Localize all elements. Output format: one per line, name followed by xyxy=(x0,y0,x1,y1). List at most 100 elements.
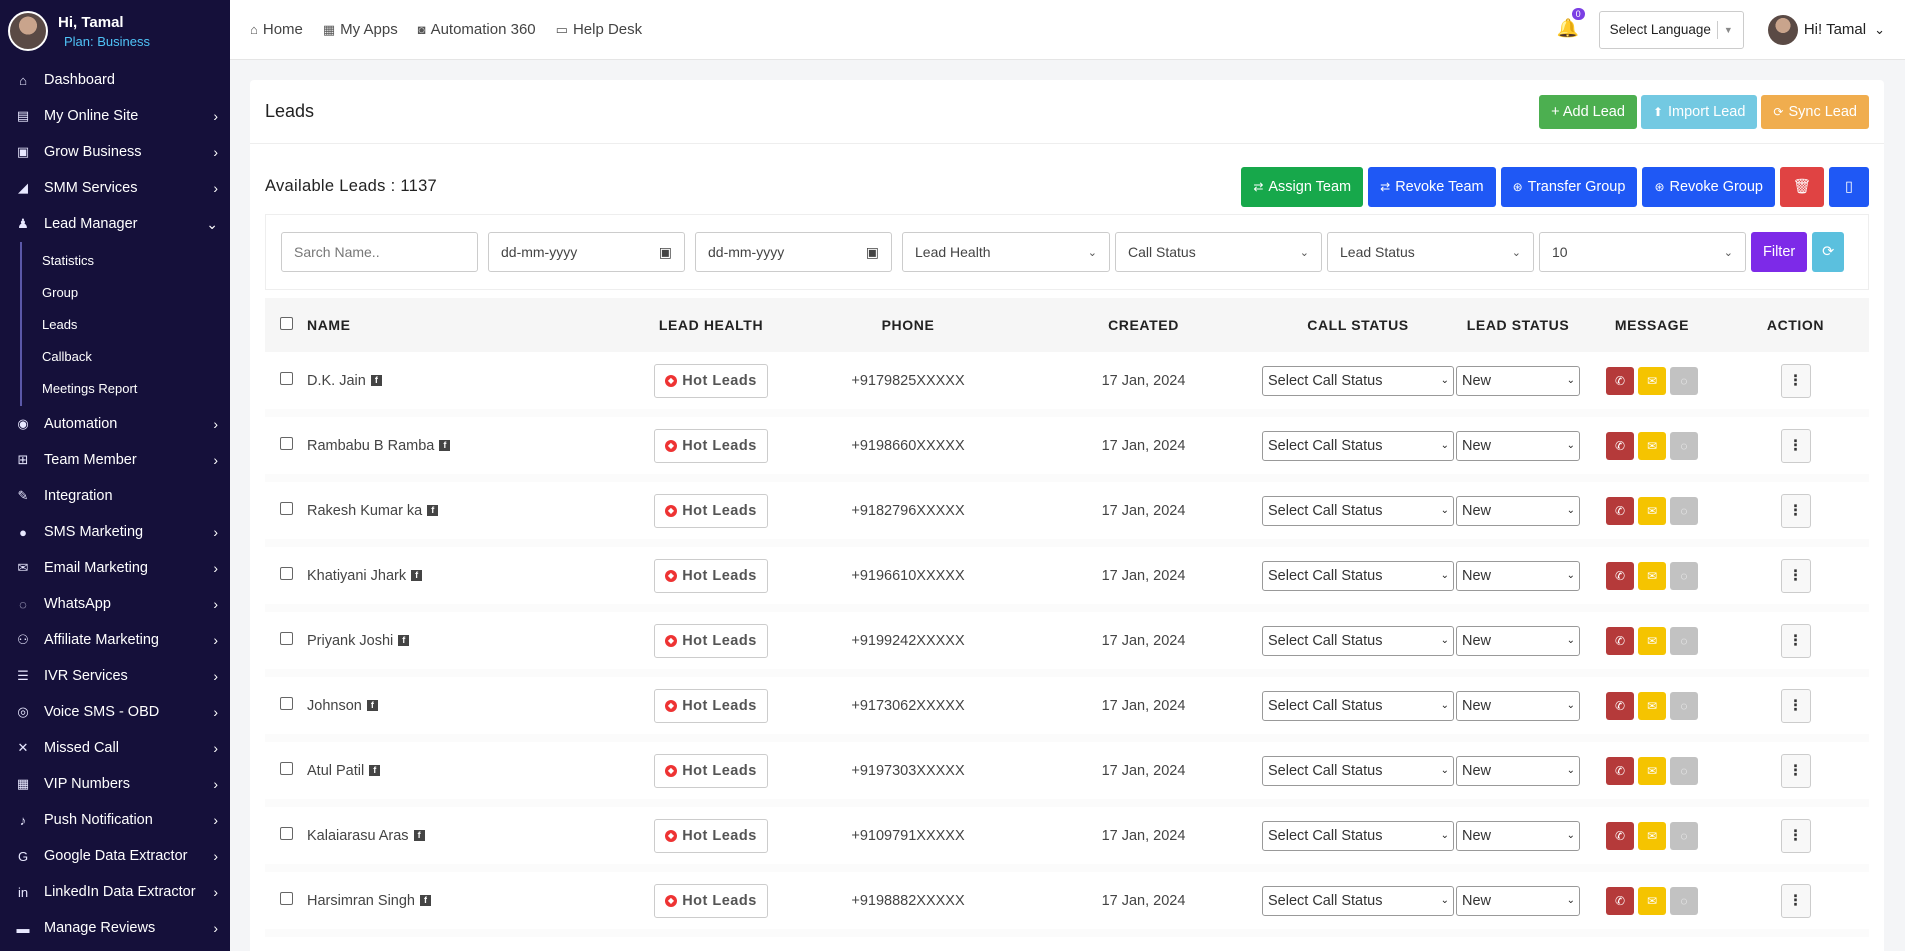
sidebar-item-push-notification[interactable]: ♪ Push Notification › xyxy=(0,802,230,838)
lead-status-select[interactable]: New ⌄ xyxy=(1456,885,1580,916)
subnav-item-meetings-report[interactable]: Meetings Report xyxy=(22,372,230,404)
call-status-select[interactable]: Select Call Status ⌄ xyxy=(1262,755,1454,786)
lead-status-select[interactable]: New ⌄ xyxy=(1456,560,1580,591)
row-checkbox[interactable] xyxy=(279,892,293,905)
notification-bell[interactable]: 🔔 0 xyxy=(1557,7,1585,42)
sidebar-item-google-data-extractor[interactable]: G Google Data Extractor › xyxy=(0,838,230,874)
envelope-icon[interactable]: ✉ xyxy=(1638,431,1666,460)
sidebar-item-email-marketing[interactable]: ✉ Email Marketing › xyxy=(0,550,230,586)
lead-health-badge[interactable]: ◆ Hot Leads xyxy=(654,428,768,463)
row-checkbox[interactable] xyxy=(279,827,293,840)
phone-icon[interactable]: ✆ xyxy=(1606,561,1634,590)
phone-icon[interactable]: ✆ xyxy=(1606,756,1634,785)
whatsapp-icon[interactable]: ◌ xyxy=(1670,626,1698,655)
lead-status-select[interactable]: New ⌄ xyxy=(1456,690,1580,721)
whatsapp-icon[interactable]: ◌ xyxy=(1670,561,1698,590)
envelope-icon[interactable]: ✉ xyxy=(1638,756,1666,785)
phone-icon[interactable]: ✆ xyxy=(1606,366,1634,395)
lead-status-select[interactable]: New ⌄ xyxy=(1456,755,1580,786)
phone-icon[interactable]: ✆ xyxy=(1606,626,1634,655)
sync-lead-button[interactable]: ⟳ Sync Lead xyxy=(1761,94,1869,129)
subnav-item-group[interactable]: Group xyxy=(22,276,230,308)
sidebar-item-team-member[interactable]: ⊞ Team Member › xyxy=(0,442,230,478)
sidebar-item-lead-manager[interactable]: ♟ Lead Manager ⌄ xyxy=(0,206,230,242)
add-lead-button[interactable]: + Add Lead xyxy=(1539,94,1637,129)
row-actions-button[interactable]: ⋮ xyxy=(1780,558,1811,593)
sidebar-item-linkedin-data-extractor[interactable]: in LinkedIn Data Extractor › xyxy=(0,874,230,910)
sidebar-item-manage-reviews[interactable]: ▬ Manage Reviews › xyxy=(0,910,230,946)
import-lead-button[interactable]: ⬆ Import Lead xyxy=(1640,94,1758,129)
row-checkbox[interactable] xyxy=(279,567,293,580)
whatsapp-icon[interactable]: ◌ xyxy=(1670,886,1698,915)
sidebar-item-grow-business[interactable]: ▣ Grow Business › xyxy=(0,134,230,170)
row-actions-button[interactable]: ⋮ xyxy=(1780,883,1811,918)
subnav-item-statistics[interactable]: Statistics xyxy=(22,244,230,276)
revoke-group-button[interactable]: ⊛ Revoke Group xyxy=(1642,166,1775,207)
row-checkbox[interactable] xyxy=(279,762,293,775)
top-nav-help-desk[interactable]: ▭ Help Desk xyxy=(556,21,643,38)
call-status-select[interactable]: Select Call Status ⌄ xyxy=(1262,625,1454,656)
lead-name[interactable]: Khatiyani Jhark xyxy=(307,568,406,584)
row-actions-button[interactable]: ⋮ xyxy=(1780,818,1811,853)
call-status-select[interactable]: Select Call Status ⌄ xyxy=(1262,885,1454,916)
sidebar-item-smm-services[interactable]: ◢ SMM Services › xyxy=(0,170,230,206)
envelope-icon[interactable]: ✉ xyxy=(1638,561,1666,590)
lead-name[interactable]: Atul Patil xyxy=(307,763,364,779)
assign-team-button[interactable]: ⇄ Assign Team xyxy=(1241,166,1364,207)
call-status-select[interactable]: Select Call Status ⌄ xyxy=(1262,560,1454,591)
lead-status-select[interactable]: New ⌄ xyxy=(1456,625,1580,656)
row-actions-button[interactable]: ⋮ xyxy=(1780,363,1811,398)
date-from-input[interactable]: dd-mm-yyyy ▣ xyxy=(488,232,685,272)
call-status-select[interactable]: Select Call Status ⌄ xyxy=(1262,365,1454,396)
envelope-icon[interactable]: ✉ xyxy=(1638,886,1666,915)
top-nav-automation-360[interactable]: ◙ Automation 360 xyxy=(418,21,536,38)
phone-icon[interactable]: ✆ xyxy=(1606,821,1634,850)
top-nav-home[interactable]: ⌂ Home xyxy=(250,21,303,38)
subnav-item-leads[interactable]: Leads xyxy=(22,308,230,340)
sidebar-item-missed-call[interactable]: ✕ Missed Call › xyxy=(0,730,230,766)
envelope-icon[interactable]: ✉ xyxy=(1638,496,1666,525)
row-actions-button[interactable]: ⋮ xyxy=(1780,428,1811,463)
phone-icon[interactable]: ✆ xyxy=(1606,496,1634,525)
envelope-icon[interactable]: ✉ xyxy=(1638,821,1666,850)
refresh-button[interactable]: ⟳ xyxy=(1812,232,1845,272)
envelope-icon[interactable]: ✉ xyxy=(1638,691,1666,720)
call-status-select[interactable]: Select Call Status ⌄ xyxy=(1262,430,1454,461)
whatsapp-icon[interactable]: ◌ xyxy=(1670,496,1698,525)
sidebar-item-whatsapp[interactable]: ◌ WhatsApp › xyxy=(0,586,230,622)
sidebar-item-vip-numbers[interactable]: ▦ VIP Numbers › xyxy=(0,766,230,802)
search-input[interactable]: Sarch Name.. xyxy=(281,232,478,272)
row-actions-button[interactable]: ⋮ xyxy=(1780,753,1811,788)
envelope-icon[interactable]: ✉ xyxy=(1638,626,1666,655)
whatsapp-icon[interactable]: ◌ xyxy=(1670,821,1698,850)
whatsapp-icon[interactable]: ◌ xyxy=(1670,366,1698,395)
call-status-select[interactable]: Call Status ⌄ xyxy=(1115,232,1322,272)
whatsapp-icon[interactable]: ◌ xyxy=(1670,691,1698,720)
sidebar-item-voice-sms-obd[interactable]: ◎ Voice SMS - OBD › xyxy=(0,694,230,730)
lead-name[interactable]: Kalaiarasu Aras xyxy=(307,828,409,844)
filter-button[interactable]: Filter xyxy=(1751,232,1808,272)
lead-status-select[interactable]: New ⌄ xyxy=(1456,430,1580,461)
row-checkbox[interactable] xyxy=(279,372,293,385)
lead-status-select[interactable]: Lead Status ⌄ xyxy=(1327,232,1534,272)
lead-health-badge[interactable]: ◆ Hot Leads xyxy=(654,753,768,788)
top-nav-my-apps[interactable]: ▦ My Apps xyxy=(323,21,398,38)
sidebar-item-dashboard[interactable]: ⌂ Dashboard xyxy=(0,62,230,98)
row-actions-button[interactable]: ⋮ xyxy=(1780,493,1811,528)
select-all-checkbox[interactable] xyxy=(279,317,293,330)
lead-name[interactable]: Harsimran Singh xyxy=(307,893,415,909)
row-actions-button[interactable]: ⋮ xyxy=(1780,623,1811,658)
lead-health-badge[interactable]: ◆ Hot Leads xyxy=(654,493,768,528)
lead-name[interactable]: Rakesh Kumar ka xyxy=(307,503,422,519)
lead-health-badge[interactable]: ◆ Hot Leads xyxy=(654,883,768,918)
language-select[interactable]: Select Language ▼ xyxy=(1598,10,1744,49)
lead-name[interactable]: Rambabu B Ramba xyxy=(307,438,434,454)
phone-icon[interactable]: ✆ xyxy=(1606,886,1634,915)
lead-name[interactable]: D.K. Jain xyxy=(307,373,366,389)
sidebar-item-integration[interactable]: ✎ Integration xyxy=(0,478,230,514)
per-page-select[interactable]: 10 ⌄ xyxy=(1539,232,1746,272)
lead-status-select[interactable]: New ⌄ xyxy=(1456,365,1580,396)
sidebar-item-my-online-site[interactable]: ▤ My Online Site › xyxy=(0,98,230,134)
lead-health-badge[interactable]: ◆ Hot Leads xyxy=(654,558,768,593)
envelope-icon[interactable]: ✉ xyxy=(1638,366,1666,395)
